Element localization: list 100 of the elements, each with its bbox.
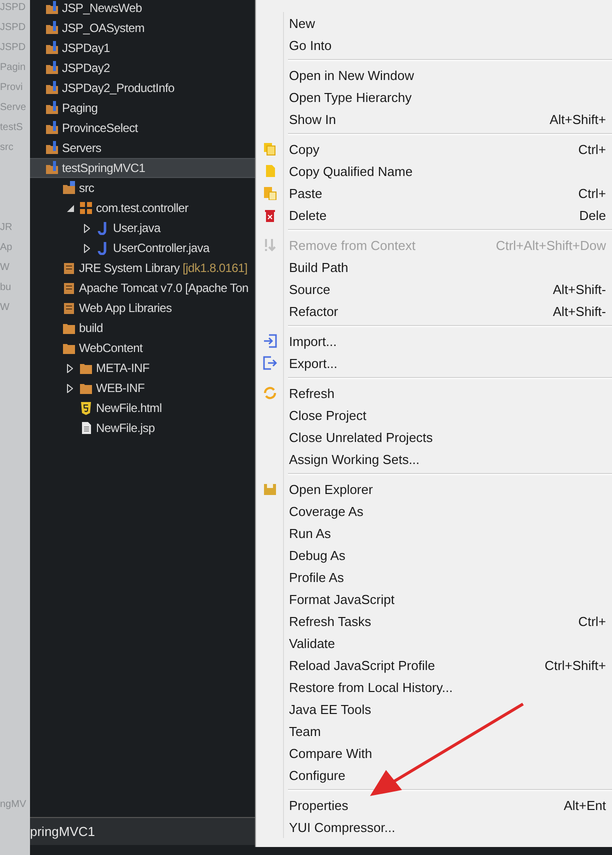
tree-item[interactable]: Servers (30, 138, 255, 158)
menu-item[interactable]: Java EE Tools (256, 698, 612, 720)
tree-item-label: build (79, 321, 103, 335)
tree-item[interactable]: User.java (30, 218, 255, 238)
tree-item-label: JSPDay2 (62, 61, 110, 75)
tree-item[interactable]: testSpringMVC1 (30, 158, 255, 178)
tree-item[interactable]: Paging (30, 98, 255, 118)
background-tree-text: Ap (0, 241, 12, 255)
menu-item[interactable]: Paste Ctrl+ (256, 182, 612, 204)
tree-item[interactable]: com.test.controller (30, 198, 255, 218)
folder-icon (79, 361, 93, 375)
menu-item[interactable]: Build Path (256, 256, 612, 278)
menu-item[interactable]: Validate (256, 632, 612, 654)
collapsed-triangle-icon[interactable] (84, 244, 90, 252)
tree-item[interactable]: ProvinceSelect (30, 118, 255, 138)
menu-item[interactable]: Import... (256, 330, 612, 352)
menu-item[interactable]: Refactor Alt+Shift- (256, 300, 612, 322)
menu-item[interactable]: Copy Ctrl+ (256, 138, 612, 160)
menu-item[interactable]: Profile As (256, 566, 612, 588)
clipboard-icon (262, 482, 276, 496)
menu-item[interactable]: YUI Compressor... (256, 816, 612, 838)
background-tree-text: JR (0, 221, 12, 235)
menu-item[interactable]: Reload JavaScript Profile Ctrl+Shift+ (256, 654, 612, 676)
collapsed-triangle-icon[interactable] (67, 384, 73, 392)
tree-item[interactable]: Apache Tomcat v7.0 [Apache Ton (30, 278, 255, 298)
menu-item[interactable]: Team (256, 720, 612, 742)
collapsed-triangle-icon[interactable] (84, 224, 90, 232)
refresh-icon (262, 386, 276, 400)
menu-item[interactable]: Delete Dele (256, 204, 612, 226)
tree-item[interactable]: WebContent (30, 338, 255, 358)
tree-item-label: User.java (113, 221, 160, 235)
menu-item[interactable]: Format JavaScript (256, 588, 612, 610)
project-folder-icon (45, 141, 59, 155)
tree-item-label: NewFile.html (96, 401, 162, 415)
tree-item[interactable]: WEB-INF (30, 378, 255, 398)
background-tree-text: JSPD (0, 41, 26, 55)
tree-item[interactable]: build (30, 318, 255, 338)
library-icon (62, 261, 76, 275)
menu-item[interactable]: Show In Alt+Shift+ (256, 108, 612, 130)
menu-item[interactable]: Configure (256, 764, 612, 786)
tree-item-label: NewFile.jsp (96, 421, 155, 435)
tree-item[interactable]: src (30, 178, 255, 198)
menu-item[interactable]: Coverage As (256, 500, 612, 522)
project-folder-icon (45, 1, 59, 15)
tree-item-label: src (79, 181, 94, 195)
background-tree-text: testS (0, 121, 23, 135)
menu-item[interactable]: Open Explorer (256, 478, 612, 500)
menu-item[interactable]: Open in New Window (256, 64, 612, 86)
background-tree-text: Serve (0, 101, 26, 115)
import-icon (262, 334, 276, 348)
tree-item[interactable]: META-INF (30, 358, 255, 378)
tree-item[interactable]: NewFile.jsp (30, 418, 255, 438)
menu-item[interactable]: Debug As (256, 544, 612, 566)
menu-item[interactable]: Open Type Hierarchy (256, 86, 612, 108)
menu-item[interactable]: Refresh (256, 382, 612, 404)
background-tree-text: Provi (0, 81, 23, 95)
tree-item[interactable]: JSP_OASystem (30, 18, 255, 38)
menu-item[interactable]: Source Alt+Shift- (256, 278, 612, 300)
shortcut-text: Ctrl+Alt+Shift+Dow (496, 238, 607, 252)
tree-item-label: JRE System Library (79, 261, 180, 275)
project-folder-icon (45, 21, 59, 35)
exclamation-arrow-icon (262, 238, 276, 252)
shortcut-text: Ctrl+Shift+ (544, 658, 607, 672)
tree-item-label: Apache Tomcat v7.0 [Apache Ton (79, 281, 248, 295)
shortcut-text: Dele (579, 208, 607, 222)
menu-item[interactable]: Close Project (256, 404, 612, 426)
menu-item[interactable]: Refresh Tasks Ctrl+ (256, 610, 612, 632)
tree-item[interactable]: JSPDay2_ProductInfo (30, 78, 255, 98)
menu-item[interactable]: Go Into (256, 34, 612, 56)
shortcut-text: Alt+Shift+ (550, 112, 607, 126)
shortcut-text: Ctrl+ (578, 142, 607, 156)
expanded-triangle-icon[interactable] (66, 204, 74, 212)
html-file-icon (79, 401, 93, 415)
project-folder-icon (45, 41, 59, 55)
library-icon (62, 301, 76, 315)
menu-item[interactable]: Export... (256, 352, 612, 374)
tree-item-label: JSP_OASystem (62, 21, 144, 35)
menu-item[interactable]: New (256, 12, 612, 34)
project-folder-icon (45, 61, 59, 75)
menu-item[interactable]: Run As (256, 522, 612, 544)
tree-item[interactable]: JSPDay1 (30, 38, 255, 58)
export-icon (262, 356, 276, 370)
tree-item[interactable]: JSP_NewsWeb (30, 0, 255, 18)
menu-item[interactable]: Compare With (256, 742, 612, 764)
menu-item[interactable]: Assign Working Sets... (256, 448, 612, 470)
tree-item[interactable]: NewFile.html (30, 398, 255, 418)
background-tree-text: W (0, 301, 10, 315)
menu-item[interactable]: Properties Alt+Ent (256, 794, 612, 816)
tree-item-label: JSP_NewsWeb (62, 1, 142, 15)
tree-item[interactable]: JRE System Library [jdk1.8.0161] (30, 258, 255, 278)
tree-item[interactable]: Web App Libraries (30, 298, 255, 318)
tree-item[interactable]: UserController.java (30, 238, 255, 258)
tree-item-label: com.test.controller (96, 201, 188, 215)
tree-item[interactable]: JSPDay2 (30, 58, 255, 78)
tree-item-label: ProvinceSelect (62, 121, 138, 135)
menu-item[interactable]: Restore from Local History... (256, 676, 612, 698)
tree-item-label: JSPDay2_ProductInfo (62, 81, 174, 95)
menu-item[interactable]: Close Unrelated Projects (256, 426, 612, 448)
collapsed-triangle-icon[interactable] (67, 364, 73, 372)
menu-item[interactable]: Copy Qualified Name (256, 160, 612, 182)
